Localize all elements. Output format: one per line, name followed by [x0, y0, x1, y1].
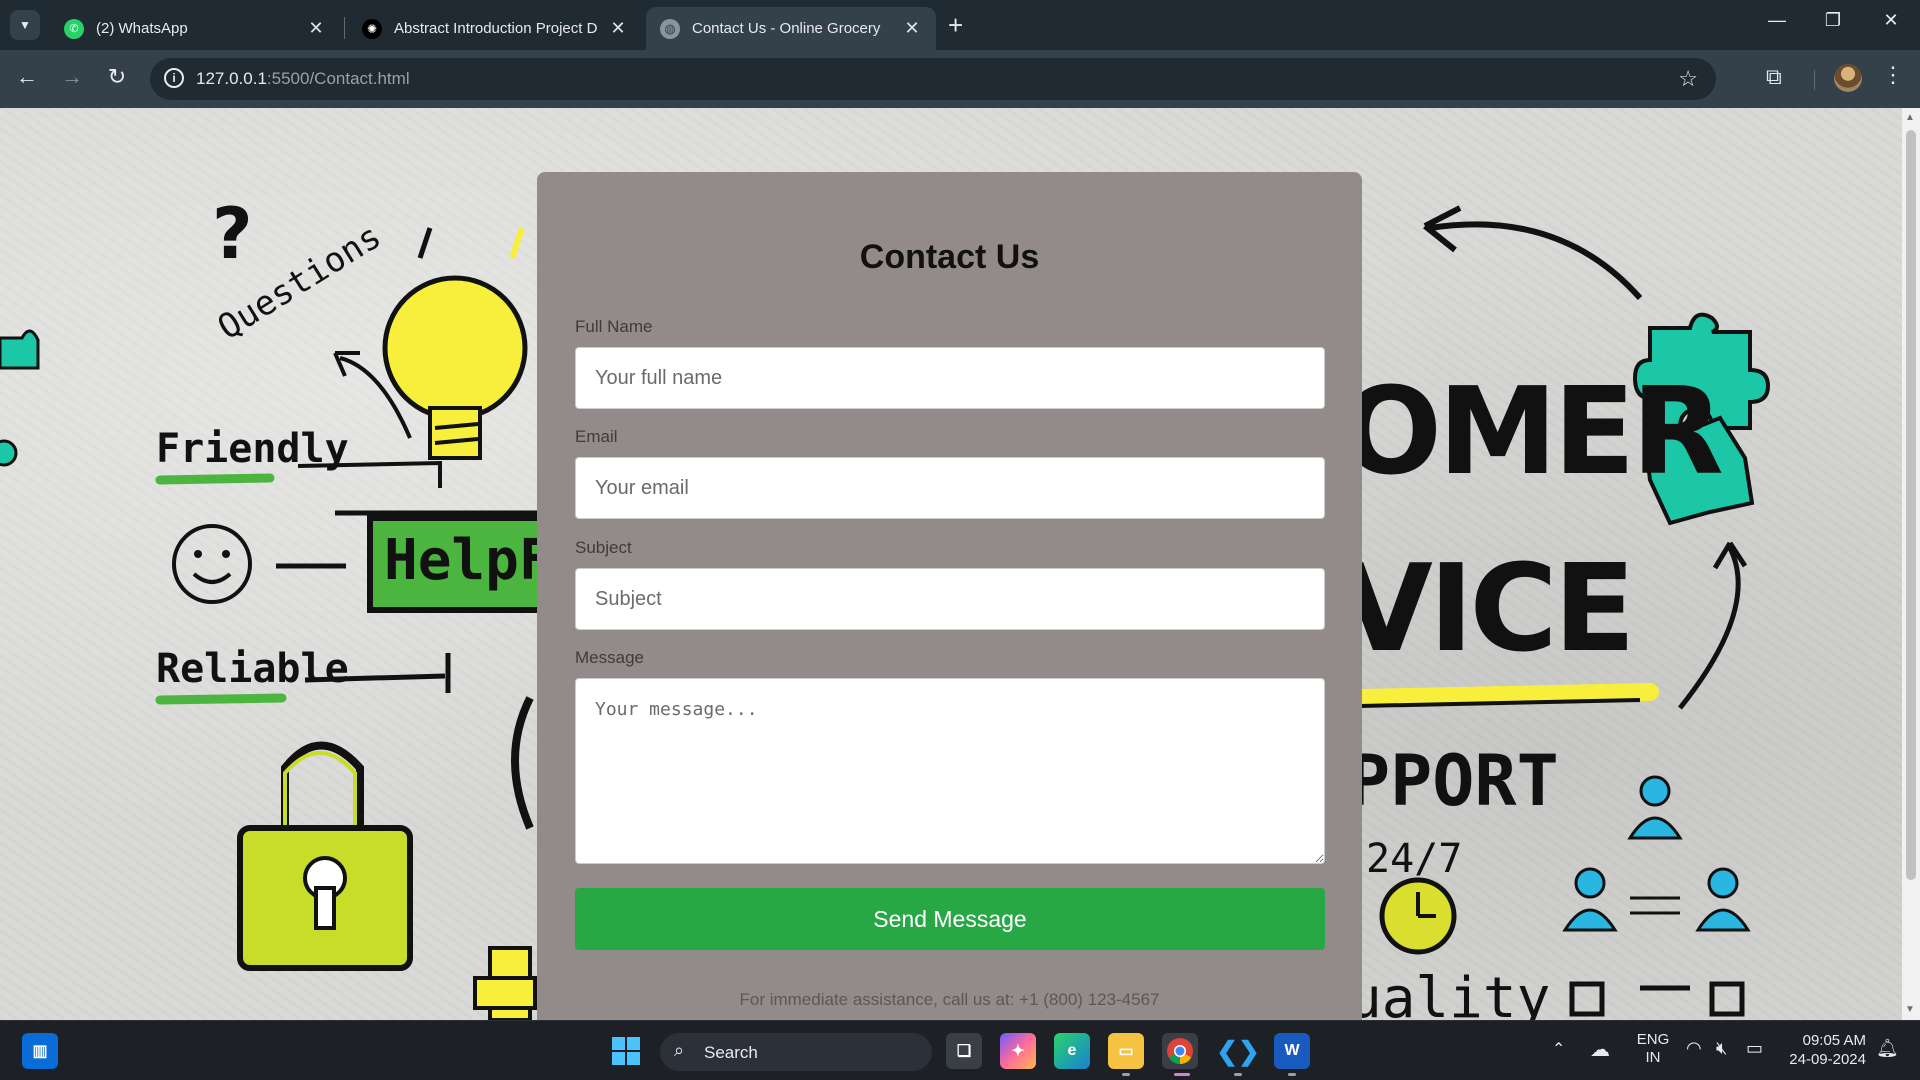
edge-icon[interactable]: e [1054, 1033, 1090, 1069]
bg-word-24-7: 24/7 [1366, 836, 1463, 882]
new-tab-button[interactable]: + [948, 11, 963, 39]
contact-form-card: Contact Us Full Name Email Subject Messa… [537, 172, 1362, 1020]
subject-label: Subject [575, 538, 632, 557]
show-hidden-icons-icon[interactable]: ⌃ [1552, 1039, 1565, 1059]
bg-word-reliable: Reliable [156, 646, 349, 692]
message-textarea[interactable] [575, 678, 1325, 864]
address-bar[interactable]: i 127.0.0.1:5500/Contact.html ☆ [150, 58, 1716, 100]
task-view-icon[interactable]: ❏ [946, 1033, 982, 1069]
restore-icon[interactable]: ❐ [1818, 10, 1848, 31]
tab-title: (2) WhatsApp [96, 20, 188, 37]
tab-contact-us[interactable]: ◍ Contact Us - Online Grocery ✕ [646, 7, 936, 50]
url-path: :5500/Contact.html [266, 69, 410, 88]
tab-whatsapp[interactable]: ✆ (2) WhatsApp ✕ [50, 7, 340, 50]
chevron-down-icon: ▼ [19, 18, 31, 32]
chrome-icon[interactable] [1162, 1033, 1198, 1069]
tab-title: Abstract Introduction Project D [394, 20, 598, 37]
tab-strip: ▼ ✆ (2) WhatsApp ✕ ✺ Abstract Introducti… [0, 0, 1920, 50]
language-indicator[interactable]: ENG IN [1636, 1031, 1670, 1067]
forward-icon[interactable]: → [57, 64, 87, 90]
time-label: 09:05 AM [1802, 1032, 1866, 1049]
clock[interactable]: 09:05 AM 24-09-2024 [1786, 1031, 1866, 1069]
email-input[interactable] [575, 457, 1325, 519]
whatsapp-icon: ✆ [64, 18, 84, 39]
bg-word-friendly: Friendly [156, 426, 349, 472]
running-indicator [1288, 1073, 1296, 1076]
bg-word-support: PPORT [1348, 740, 1559, 822]
bg-word-customer: OMER [1340, 363, 1724, 502]
tab-title: Contact Us - Online Grocery [692, 20, 881, 37]
volume-muted-icon[interactable]: 🔇︎ [1716, 1038, 1727, 1059]
url-host: 127.0.0.1 [196, 69, 267, 88]
close-icon[interactable]: ✕ [306, 18, 326, 39]
taskbar-search[interactable]: ⌕ Search [660, 1033, 932, 1071]
running-indicator [1122, 1073, 1130, 1076]
scrollbar-thumb[interactable] [1906, 130, 1916, 880]
page-title: Contact Us [859, 238, 1040, 276]
close-window-icon[interactable]: ✕ [1876, 10, 1906, 31]
page-viewport: ? Questions Friendly HelpFu Reliable OME… [0, 108, 1920, 1020]
close-icon[interactable]: ✕ [608, 18, 628, 39]
back-icon[interactable]: ← [12, 64, 42, 90]
tab-divider [344, 17, 345, 39]
region-label: IN [1645, 1049, 1661, 1066]
url-text[interactable]: 127.0.0.1:5500/Contact.html [196, 69, 410, 89]
widgets-icon[interactable]: ▥ [22, 1033, 58, 1069]
copilot-icon[interactable]: ✦ [1000, 1033, 1036, 1069]
search-icon: ⌕ [674, 1040, 685, 1060]
chrome-logo-icon [1167, 1038, 1193, 1065]
minimize-icon[interactable]: — [1762, 10, 1792, 31]
site-info-icon[interactable]: i [164, 68, 184, 88]
battery-icon[interactable]: ▭ [1746, 1038, 1763, 1059]
send-message-button[interactable]: Send Message [575, 888, 1325, 950]
full-name-label: Full Name [575, 317, 653, 336]
extensions-icon[interactable]: ⧉ [1766, 64, 1782, 90]
windows-logo-icon [612, 1037, 640, 1065]
page-scrollbar[interactable]: ▲ ▼ [1902, 108, 1920, 1020]
chatgpt-icon: ✺ [362, 18, 382, 39]
windows-taskbar: ▥ ⌕ Search ❏ ✦ e ▭ ❮❯ W ⌃ ☁ ENG IN ◠ 🔇︎ … [0, 1020, 1920, 1080]
language-label: ENG [1636, 1031, 1670, 1048]
bookmark-star-icon[interactable]: ☆ [1678, 66, 1698, 92]
start-icon[interactable] [608, 1033, 644, 1069]
date-label: 24-09-2024 [1789, 1051, 1866, 1068]
email-label: Email [575, 427, 618, 446]
globe-icon: ◍ [660, 18, 680, 39]
scroll-up-icon[interactable]: ▲ [1905, 112, 1915, 123]
active-indicator [1174, 1073, 1190, 1076]
vscode-icon[interactable]: ❮❯ [1216, 1033, 1260, 1069]
more-menu-icon[interactable]: ⋮ [1882, 62, 1904, 88]
toolbar-divider [1814, 70, 1815, 90]
avatar[interactable] [1834, 64, 1862, 92]
close-icon[interactable]: ✕ [902, 18, 922, 39]
tab-abstract-introduction[interactable]: ✺ Abstract Introduction Project D ✕ [348, 7, 642, 50]
scroll-down-icon[interactable]: ▼ [1905, 1004, 1915, 1015]
bg-word-service: VICE [1340, 540, 1636, 679]
assistance-note: For immediate assistance, call us at: +1… [739, 990, 1160, 1009]
subject-input[interactable] [575, 568, 1325, 630]
svg-text:?: ? [212, 193, 253, 275]
onedrive-icon[interactable]: ☁ [1590, 1037, 1610, 1062]
file-explorer-icon[interactable]: ▭ [1108, 1033, 1144, 1069]
running-indicator [1234, 1073, 1242, 1076]
notification-bell-icon[interactable]: 🔔︎ [1876, 1038, 1899, 1059]
reload-icon[interactable]: ↻ [102, 64, 132, 90]
word-icon[interactable]: W [1274, 1033, 1310, 1069]
browser-toolbar: ← → ↻ i 127.0.0.1:5500/Contact.html ☆ ⧉ … [0, 50, 1920, 108]
search-label: Search [704, 1043, 758, 1062]
full-name-input[interactable] [575, 347, 1325, 409]
bg-word-quality: uality [1348, 966, 1551, 1020]
message-label: Message [575, 648, 644, 667]
wifi-icon[interactable]: ◠ [1686, 1038, 1702, 1059]
tab-search-button[interactable]: ▼ [10, 10, 40, 40]
